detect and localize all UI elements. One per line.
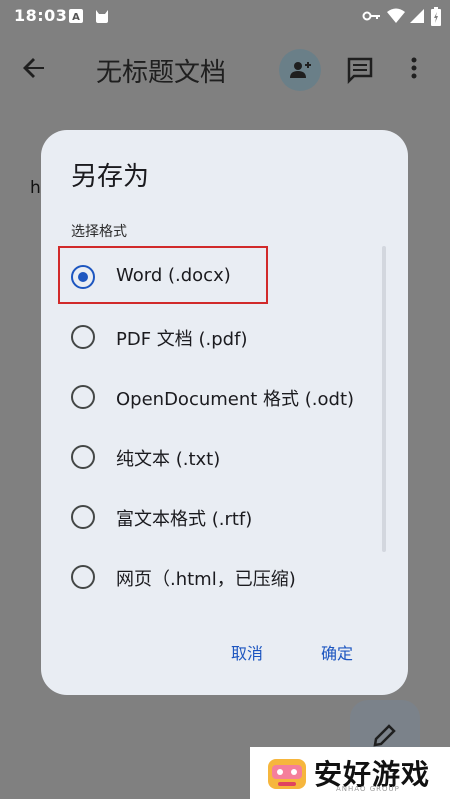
dialog-title: 另存为: [71, 162, 150, 192]
back-arrow-icon[interactable]: [20, 54, 48, 86]
watermark-tagline: ANHAO GROUP: [336, 785, 400, 793]
scrollbar[interactable]: [382, 246, 386, 552]
document-title: 无标题文档: [96, 58, 227, 88]
option-label: OpenDocument 格式 (.odt): [116, 389, 355, 410]
document-body-text: h: [30, 178, 41, 198]
radio-button[interactable]: [71, 325, 95, 349]
confirm-button[interactable]: 确定: [321, 640, 353, 664]
comment-icon[interactable]: [346, 56, 374, 88]
format-section-label: 选择格式: [71, 224, 127, 240]
format-option-pdf[interactable]: PDF 文档 (.pdf): [41, 313, 371, 369]
vpn-key-icon: [362, 7, 382, 29]
cancel-button[interactable]: 取消: [231, 640, 263, 664]
android-cat-icon: [93, 7, 111, 29]
option-label: 富文本格式 (.rtf): [116, 509, 253, 530]
format-option-html[interactable]: 网页（.html，已压缩): [41, 553, 371, 609]
share-button[interactable]: [279, 49, 321, 91]
selection-highlight-box: [58, 246, 268, 304]
radio-button[interactable]: [71, 505, 95, 529]
option-label: 网页（.html，已压缩): [116, 569, 296, 590]
more-vert-icon[interactable]: [410, 56, 418, 84]
format-option-txt[interactable]: 纯文本 (.txt): [41, 433, 371, 489]
format-option-rtf[interactable]: 富文本格式 (.rtf): [41, 493, 371, 549]
status-time: 18:03: [14, 6, 68, 25]
gamepad-logo-icon: [268, 759, 306, 789]
a-box-icon: A: [68, 7, 84, 29]
svg-text:A: A: [72, 12, 80, 23]
wifi-icon: [386, 7, 406, 29]
option-label: 纯文本 (.txt): [116, 449, 221, 470]
pencil-icon: [373, 724, 396, 747]
radio-button[interactable]: [71, 445, 95, 469]
radio-button[interactable]: [71, 565, 95, 589]
option-label: PDF 文档 (.pdf): [116, 329, 248, 350]
status-bar: 18:03 A: [0, 0, 450, 34]
app-bar: 无标题文档: [0, 34, 450, 104]
format-option-odt[interactable]: OpenDocument 格式 (.odt): [41, 373, 371, 429]
watermark-banner: 安好游戏 ANHAO GROUP: [250, 747, 450, 799]
radio-button[interactable]: [71, 385, 95, 409]
battery-icon: [431, 7, 441, 31]
add-person-icon: [290, 62, 311, 78]
signal-icon: [409, 7, 425, 29]
save-as-dialog: 另存为 选择格式 Word (.docx) PDF 文档 (.pdf) Open…: [41, 130, 408, 695]
